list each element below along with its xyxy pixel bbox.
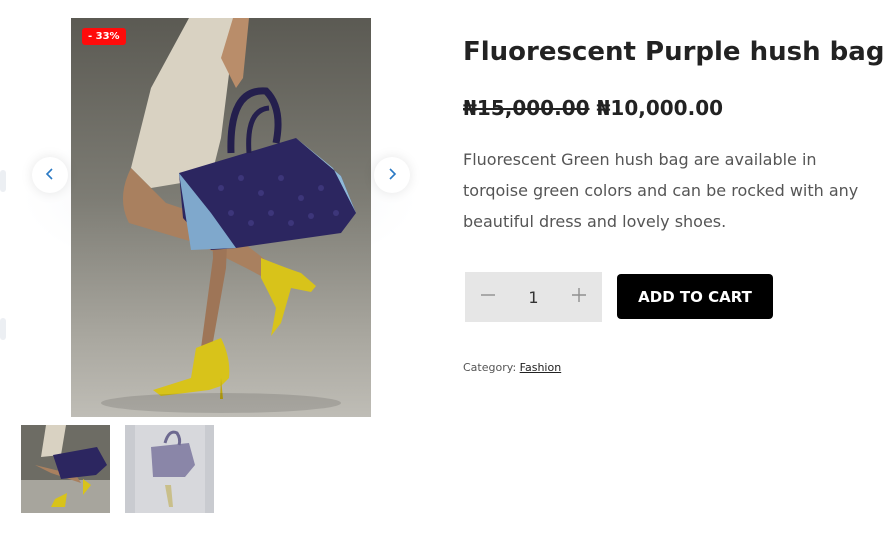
minus-icon [480, 284, 496, 309]
main-product-image[interactable] [71, 18, 371, 417]
next-image-button[interactable] [374, 157, 410, 193]
increment-button[interactable] [565, 286, 593, 308]
quantity-input[interactable]: 1 [519, 288, 547, 307]
product-category: Category: Fashion [463, 361, 561, 374]
plus-icon [571, 284, 587, 309]
product-title: Fluorescent Purple hush bag [463, 37, 885, 67]
category-link[interactable]: Fashion [520, 361, 562, 374]
product-thumbnail[interactable] [21, 425, 110, 513]
product-price: ₦15,000.00 ₦10,000.00 [463, 96, 723, 120]
chevron-right-icon [385, 166, 399, 185]
previous-image-button[interactable] [32, 157, 68, 193]
add-to-cart-button[interactable]: ADD TO CART [617, 274, 773, 319]
sale-badge: - 33% [82, 28, 126, 45]
product-gallery: - 33% [0, 0, 440, 543]
product-description: Fluorescent Green hush bag are available… [463, 150, 859, 231]
quantity-stepper: 1 [465, 272, 602, 322]
left-edge-mark [0, 170, 6, 192]
decrement-button[interactable] [474, 286, 502, 308]
product-thumbnail[interactable] [125, 425, 214, 513]
category-label: Category: [463, 361, 517, 374]
chevron-left-icon [43, 166, 57, 185]
sale-price: ₦10,000.00 [596, 96, 724, 120]
left-edge-mark [0, 318, 6, 340]
old-price: ₦15,000.00 [463, 96, 590, 120]
